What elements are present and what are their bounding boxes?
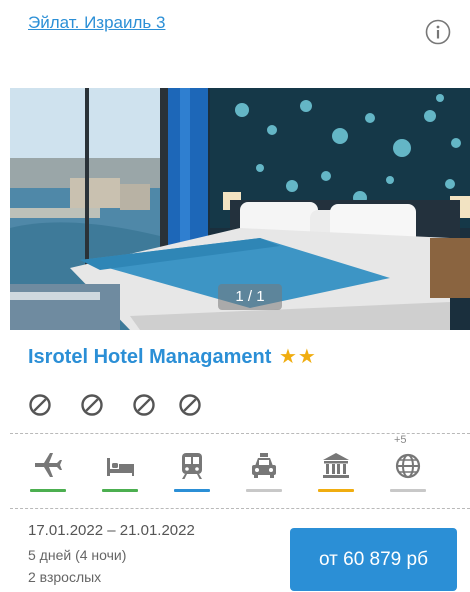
plane-icon (35, 453, 62, 477)
service-train-bar (174, 489, 210, 492)
no-icon (132, 393, 156, 417)
globe-icon (395, 453, 421, 479)
service-flight-bar (30, 489, 66, 492)
service-more-bar (390, 489, 426, 492)
service-taxi-bar (246, 489, 282, 492)
service-taxi[interactable] (246, 448, 282, 492)
museum-icon (323, 453, 349, 478)
taxi-icon (252, 453, 276, 478)
hotel-name: Isrotel Hotel Managament (28, 346, 272, 368)
service-flight[interactable] (30, 448, 66, 492)
hotel-name-link[interactable]: Isrotel Hotel Managament ★★ (28, 344, 317, 369)
hotel-photo[interactable]: 1 / 1 (10, 88, 470, 330)
service-excursion-bar (318, 489, 354, 492)
no-icon (28, 393, 52, 417)
trip-guests: 2 взрослых (28, 569, 102, 585)
photo-counter: 1 / 1 (218, 284, 282, 310)
price-button[interactable]: от 60 879 рб (290, 528, 457, 591)
service-hotel-bar (102, 489, 138, 492)
service-more[interactable] (390, 448, 426, 492)
trip-duration: 5 дней (4 ночи) (28, 547, 127, 563)
service-train[interactable] (174, 448, 210, 492)
star-rating: ★★ (278, 346, 317, 368)
services-more-count: +5 (394, 434, 407, 446)
divider (10, 508, 470, 509)
train-icon (182, 453, 202, 479)
no-icon (80, 393, 104, 417)
service-hotel[interactable] (102, 448, 138, 492)
bed-icon (107, 458, 134, 476)
service-excursion[interactable] (318, 448, 354, 492)
trip-dates: 17.01.2022 – 21.01.2022 (28, 522, 195, 539)
location-link[interactable]: Эйлат. Израиль 3 (28, 13, 165, 33)
info-icon[interactable] (425, 19, 451, 45)
no-icon (178, 393, 202, 417)
